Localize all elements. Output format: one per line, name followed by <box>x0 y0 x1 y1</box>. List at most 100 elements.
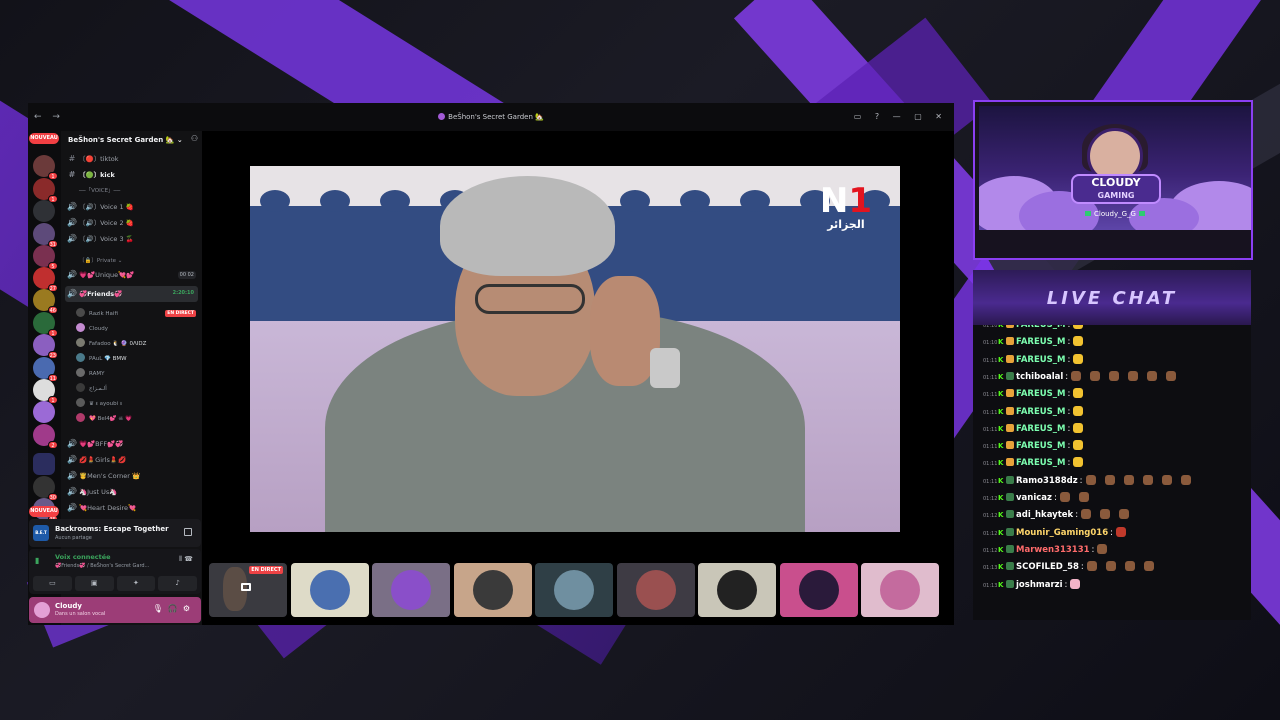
channel-friends[interactable]: 🔊 💞Friends💞 2:20:10 <box>65 286 198 302</box>
chat-username[interactable]: FAREUS_M <box>1016 458 1066 468</box>
screen-share-button[interactable]: ▣ <box>74 576 114 591</box>
logo-subtitle: الجزائر <box>827 218 865 231</box>
channel-just-us[interactable]: 🔊 🦄Just Us🦄 <box>65 485 198 499</box>
emote-icon <box>1104 474 1115 485</box>
add-member-icon[interactable]: ⚇ <box>191 134 198 143</box>
live-badge: EN DIRECT <box>165 310 196 317</box>
participant-tile-stream[interactable]: EN DIRECT <box>209 563 287 617</box>
voice-user[interactable]: RAMY <box>76 367 196 381</box>
participant-tile[interactable] <box>861 563 939 617</box>
channel-logo: N1 الجزائر <box>820 184 872 231</box>
server-icon[interactable]: 30 <box>33 476 58 501</box>
settings-icon[interactable]: ⚙ <box>183 604 195 613</box>
voice-user[interactable]: Razik Haifi EN DIRECT <box>76 307 196 321</box>
chat-username[interactable]: FAREUS_M <box>1016 325 1066 330</box>
avatar[interactable] <box>34 602 50 618</box>
activities-button[interactable]: ✦ <box>116 576 156 591</box>
emote-icon <box>1073 325 1084 329</box>
server-icon[interactable]: 1 <box>33 155 58 180</box>
channel-voice-3[interactable]: 🔊 〔🔊〕Voice 3 🍒 <box>65 232 198 246</box>
emote-icon <box>1142 474 1153 485</box>
server-icon[interactable]: 27 <box>33 267 58 292</box>
stream-video[interactable]: N1 الجزائر <box>250 166 900 532</box>
participant-tile[interactable] <box>535 563 613 617</box>
voice-user[interactable]: Fafadoo 🐧 🔮 0ΛIDZ <box>76 337 196 351</box>
activity-panel[interactable]: B.E.T Backrooms: Escape Together Aucun p… <box>29 519 201 547</box>
channel-bff[interactable]: 🔊 💗💕BFF💕💞 <box>65 437 198 451</box>
server-name[interactable]: BeŠhon's Secret Garden 🏡 ⌄ <box>68 136 183 144</box>
chat-username[interactable]: Mounir_Gaming016 <box>1016 528 1108 538</box>
server-icon[interactable]: 23 <box>33 334 58 359</box>
channel-kick[interactable]: # 〔🟢〕kick <box>65 168 198 182</box>
channel-voice-2[interactable]: 🔊 〔🔊〕Voice 2 🍓 <box>65 216 198 230</box>
minimize-icon[interactable]: — <box>893 112 901 121</box>
server-icon[interactable]: 1 <box>33 178 58 203</box>
chat-username[interactable]: Ramo3188dz <box>1016 476 1078 486</box>
chat-username[interactable]: FAREUS_M <box>1016 337 1066 347</box>
category-voice[interactable]: ──「VOICE」── <box>65 184 198 198</box>
server-icon[interactable]: 46 <box>33 289 58 314</box>
voice-channel-path[interactable]: 💞Friends💞 / BeŠhon's Secret Gard... <box>55 563 149 569</box>
headset-icon[interactable]: 🎧 <box>168 604 183 613</box>
channel-heart-desire[interactable]: 🔊 💘Heart Desire💘 <box>65 501 198 515</box>
chat-username[interactable]: FAREUS_M <box>1016 389 1066 399</box>
username[interactable]: Cloudy <box>55 602 82 610</box>
chat-username[interactable]: SCOFILED_58 <box>1016 562 1079 572</box>
voice-user[interactable]: PAuL 💎 BMW <box>76 352 196 366</box>
participant-tile[interactable] <box>454 563 532 617</box>
emote-icon <box>1070 578 1081 589</box>
server-icon[interactable] <box>33 200 55 222</box>
chat-username[interactable]: Marwen313131 <box>1016 545 1090 555</box>
category-private[interactable]: 〔🔒〕Private ⌄ <box>65 254 198 268</box>
voice-user[interactable]: ♛ 𝔵 ayoubi 𝔵 <box>76 397 196 411</box>
channel-tiktok[interactable]: # 〔🔴〕tiktok <box>65 152 198 166</box>
voice-user[interactable]: 💖 Bel4💕 ☠ 💗 <box>76 412 196 426</box>
share-icon[interactable] <box>184 528 192 536</box>
category-label: ──「VOICE」── <box>79 188 121 194</box>
chat-username[interactable]: adi_hkaytek <box>1016 510 1073 520</box>
chat-username[interactable]: tchiboalal <box>1016 372 1063 382</box>
participant-tile[interactable] <box>372 563 450 617</box>
chat-timestamp: 01:13 <box>983 582 998 589</box>
disconnect-icon[interactable]: ⫴ ☎ <box>179 555 193 564</box>
channel-voice-1[interactable]: 🔊 〔🔊〕Voice 1 🍓 <box>65 200 198 214</box>
chat-username[interactable]: vanicaz <box>1016 493 1052 503</box>
chat-separator: : <box>1064 579 1068 590</box>
server-icon[interactable]: 31 <box>33 223 58 248</box>
participant-tile[interactable] <box>698 563 776 617</box>
participant-tile[interactable] <box>780 563 858 617</box>
inbox-icon[interactable]: ▭ <box>854 112 862 121</box>
badge-icon <box>1006 389 1014 398</box>
video-wave <box>740 190 770 212</box>
server-icon[interactable]: 1 <box>33 379 58 404</box>
user-tag: 💎 BMW <box>104 356 127 362</box>
server-icon[interactable]: 1 <box>33 312 58 337</box>
emote-icon <box>1073 440 1084 451</box>
close-icon[interactable]: ✕ <box>935 112 942 121</box>
chat-username[interactable]: FAREUS_M <box>1016 407 1066 417</box>
server-icon[interactable]: 11 <box>33 357 58 382</box>
server-icon[interactable] <box>33 401 55 423</box>
mic-icon[interactable]: 🎙 <box>153 604 168 613</box>
soundboard-button[interactable]: ♪ <box>158 576 197 591</box>
signal-icon[interactable]: ▮ <box>35 556 39 565</box>
channel-unique[interactable]: 🔊 💗💕Unique💘💕 00 02 <box>65 268 198 282</box>
help-icon[interactable]: ? <box>875 112 879 121</box>
chat-username[interactable]: joshmarzi <box>1016 580 1063 590</box>
voice-user[interactable]: Cloudy <box>76 322 196 336</box>
server-icon[interactable]: 5 <box>33 245 58 270</box>
chat-username[interactable]: FAREUS_M <box>1016 355 1066 365</box>
speaker-icon: 🔊 <box>67 487 77 496</box>
chat-username[interactable]: FAREUS_M <box>1016 441 1066 451</box>
chat-username[interactable]: FAREUS_M <box>1016 424 1066 434</box>
voice-user[interactable]: ألـمـزاج <box>76 382 196 396</box>
camera-off-button[interactable]: ▭ <box>33 576 72 591</box>
participant-tile[interactable] <box>291 563 369 617</box>
channel-girls[interactable]: 🔊 💋💄Girls💄💋 <box>65 453 198 467</box>
server-icon[interactable]: 2 <box>33 424 58 449</box>
maximize-icon[interactable]: ▢ <box>914 112 922 121</box>
channel-mens-corner[interactable]: 🔊 🤴Men's Corner 👑 <box>65 469 198 483</box>
participant-tile[interactable] <box>617 563 695 617</box>
window-title-text: BeŠhon's Secret Garden 🏡 <box>448 113 544 121</box>
folder-icon[interactable] <box>33 453 55 475</box>
